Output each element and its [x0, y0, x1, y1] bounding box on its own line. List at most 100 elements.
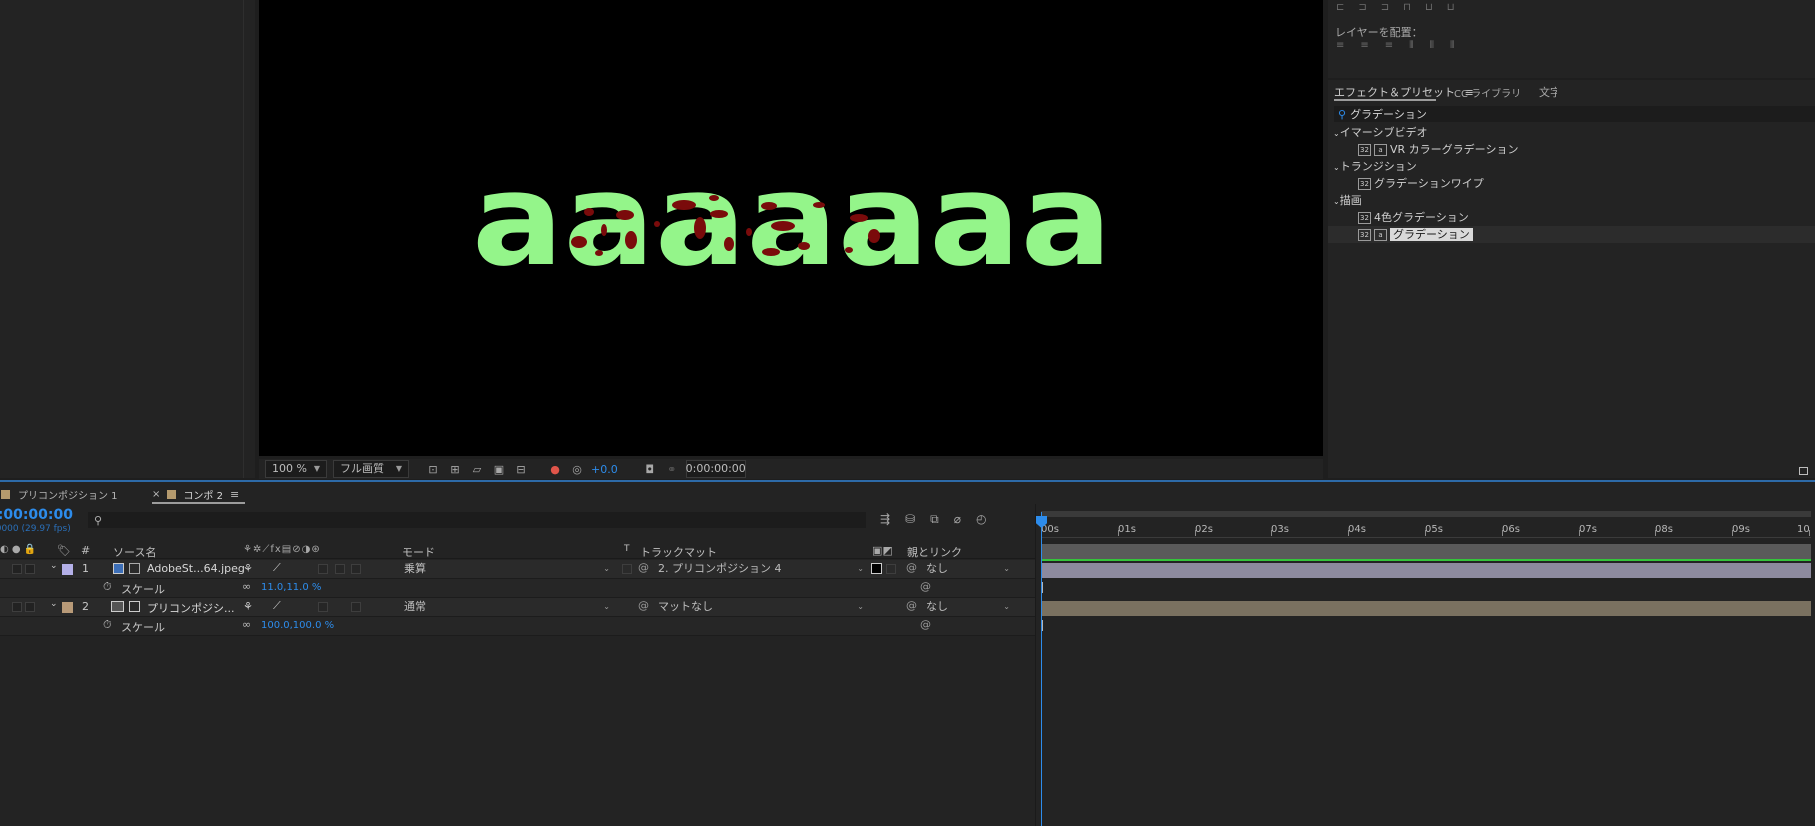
pickwhip-icon[interactable]: @: [638, 561, 649, 574]
layer-row-2[interactable]: ⌄ 2 プリコンポジシ... ⚘ ⟋ 通常 ⌄ @ マットなし ⌄ @ なし ⌄: [0, 598, 1035, 617]
distribute-right-icon[interactable]: ⦀: [1450, 40, 1454, 52]
collapse-switch-icon[interactable]: ⚘: [243, 562, 253, 575]
transparency-grid-icon[interactable]: ⊞: [447, 461, 463, 477]
stopwatch-icon[interactable]: ⏱: [103, 580, 112, 594]
tab-comp-2[interactable]: × コンポ 2 ≡: [152, 487, 239, 502]
close-icon[interactable]: ×: [152, 489, 160, 500]
align-top-icon[interactable]: ⊓: [1403, 2, 1411, 14]
col-source-name[interactable]: ソース名: [113, 544, 156, 560]
layer-row-1[interactable]: ⌄ 1 AdobeSt...64.jpeg ⚘ ⟋ 乗算 ⌄ @ 2. プリコンポ…: [0, 560, 1035, 579]
guides-icon[interactable]: ⊟: [513, 461, 529, 477]
exposure-value[interactable]: +0.0: [591, 463, 618, 476]
region-of-interest-icon[interactable]: ▣: [491, 461, 507, 477]
tab-precomp-1[interactable]: プリコンポジション 1: [1, 487, 118, 502]
current-timecode[interactable]: 0:00:00:00: [0, 507, 73, 523]
scale-value[interactable]: 11.0,11.0 %: [261, 582, 321, 593]
mode-dropdown[interactable]: 乗算 ⌄: [402, 561, 612, 577]
fast-preview-icon[interactable]: ⊡: [425, 461, 441, 477]
distribute-left-icon[interactable]: ⦀: [1409, 40, 1413, 52]
distribute-vcenter-icon[interactable]: ≡: [1360, 40, 1368, 52]
pickwhip-icon[interactable]: @: [638, 599, 649, 612]
layer-1-duration-bar[interactable]: [1041, 563, 1811, 578]
layer-name[interactable]: AdobeSt...64.jpeg: [147, 562, 245, 575]
category-immersive[interactable]: ⌄イマーシブビデオ: [1328, 124, 1815, 141]
timecode-display[interactable]: 0:00:00:00: [686, 460, 746, 478]
color-channels-icon[interactable]: ●: [547, 461, 563, 477]
mask-visibility-icon[interactable]: ▱: [469, 461, 485, 477]
trackmatte-dropdown[interactable]: 2. プリコンポジション 4 ⌄: [656, 561, 866, 577]
effect-item-4-color-gradient[interactable]: 32 4色グラデーション: [1328, 209, 1815, 226]
work-area-bar[interactable]: [1041, 511, 1811, 517]
chevron-down-icon[interactable]: ⌄: [50, 599, 58, 609]
effects-search[interactable]: ⚲ グラデーション: [1334, 106, 1815, 122]
effects-search-input[interactable]: グラデーション: [1350, 106, 1427, 122]
panel-menu-icon[interactable]: ≡: [230, 488, 239, 501]
constrain-link-icon[interactable]: ∞: [242, 618, 251, 631]
align-bottom-icon[interactable]: ⊔: [1447, 2, 1455, 14]
time-graph-area[interactable]: 00s 01s 02s 03s 04s 05s 06s 07s 08s 09s 10: [1035, 504, 1815, 826]
constrain-link-icon[interactable]: ∞: [242, 580, 251, 593]
mode-dropdown[interactable]: 通常 ⌄: [402, 599, 612, 615]
frame-blending-icon[interactable]: ⌀: [954, 512, 961, 528]
switch-box[interactable]: [351, 602, 361, 612]
trackmatte-dropdown[interactable]: マットなし ⌄: [656, 599, 866, 615]
tab-effects-presets[interactable]: エフェクト＆プリセット ≡: [1334, 84, 1474, 100]
audio-toggle[interactable]: [25, 602, 35, 612]
video-toggle[interactable]: [12, 602, 22, 612]
parent-pickwhip-icon[interactable]: @: [906, 599, 917, 612]
quality-switch-icon[interactable]: ⟋: [273, 599, 281, 613]
snapshot-camera-icon[interactable]: ◘: [642, 461, 658, 477]
distribute-bottom-icon[interactable]: ≡: [1385, 40, 1393, 52]
shy-icon[interactable]: ⧉: [930, 512, 939, 528]
show-snapshot-icon[interactable]: ⚭: [664, 461, 680, 477]
distribute-top-icon[interactable]: ≡: [1336, 40, 1344, 52]
timeline-search[interactable]: ⚲: [88, 512, 866, 528]
switch-box[interactable]: [318, 602, 328, 612]
motion-blur-icon[interactable]: ◴: [976, 512, 986, 528]
reset-exposure-icon[interactable]: ◎: [569, 461, 585, 477]
time-ruler[interactable]: 00s 01s 02s 03s 04s 05s 06s 07s 08s 09s 10: [1041, 518, 1811, 536]
align-vcenter-icon[interactable]: ⊔: [1425, 2, 1433, 14]
track-matte-toggle[interactable]: [622, 564, 632, 574]
composition-viewer[interactable]: aaaaaaa: [259, 0, 1323, 456]
switch-box[interactable]: [318, 564, 328, 574]
layer-label-color[interactable]: [62, 602, 73, 613]
draft-3d-icon[interactable]: ⛁: [905, 512, 915, 528]
distribute-hcenter-icon[interactable]: ⦀: [1430, 40, 1434, 52]
resize-corner-icon[interactable]: [1799, 467, 1808, 475]
layer-name[interactable]: プリコンポジシ...: [147, 600, 235, 616]
align-hcenter-icon[interactable]: ⊐: [1358, 2, 1366, 14]
parent-dropdown[interactable]: なし ⌄: [924, 561, 1012, 577]
quality-switch-icon[interactable]: ⟋: [273, 561, 281, 575]
layer-label-color[interactable]: [62, 564, 73, 575]
effect-item-gradient-selected[interactable]: 32 a グラデーション: [1328, 226, 1815, 243]
tab-cc-libraries[interactable]: CC ライブラリ: [1454, 85, 1521, 100]
layer-2-duration-bar[interactable]: [1041, 601, 1811, 616]
stopwatch-icon[interactable]: ⏱: [103, 618, 112, 632]
composition-mini-flowchart-icon[interactable]: ⇶: [880, 512, 890, 528]
scale-value[interactable]: 100.0,100.0 %: [261, 620, 334, 631]
parent-dropdown[interactable]: なし ⌄: [924, 599, 1012, 615]
video-toggle[interactable]: [12, 564, 22, 574]
collapse-switch-icon[interactable]: ⚘: [243, 600, 253, 613]
matte-invert-toggle[interactable]: [886, 564, 896, 574]
effect-item-gradient-wipe[interactable]: 32 グラデーションワイプ: [1328, 175, 1815, 192]
parent-pickwhip-icon[interactable]: @: [906, 561, 917, 574]
playhead[interactable]: [1041, 512, 1042, 826]
category-transition[interactable]: ⌄トランジション: [1328, 158, 1815, 175]
audio-toggle[interactable]: [25, 564, 35, 574]
category-generate[interactable]: ⌄描画: [1328, 192, 1815, 209]
category-label: トランジション: [1339, 160, 1417, 173]
align-left-icon[interactable]: ⊏: [1336, 2, 1344, 14]
expression-pickwhip-icon[interactable]: @: [920, 618, 931, 631]
align-right-icon[interactable]: ⊐: [1381, 2, 1389, 14]
quality-dropdown[interactable]: フル画質 ▼: [333, 460, 409, 478]
switch-box[interactable]: [351, 564, 361, 574]
switch-box[interactable]: [335, 564, 345, 574]
effect-item-vr-color-gradient[interactable]: 32 a VR カラーグラデーション: [1328, 141, 1815, 158]
expression-pickwhip-icon[interactable]: @: [920, 580, 931, 593]
chevron-down-icon[interactable]: ⌄: [50, 561, 58, 571]
zoom-dropdown[interactable]: 100 % ▼: [265, 460, 327, 478]
matte-alpha-icon[interactable]: [871, 563, 882, 574]
tab-character[interactable]: 文字: [1539, 84, 1557, 100]
